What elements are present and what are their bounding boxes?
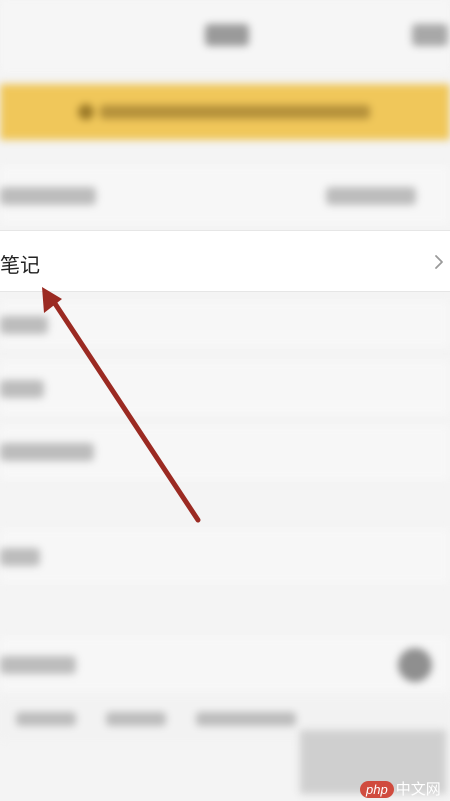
watermark-text: 中文网	[395, 781, 441, 798]
banner-text-blurred	[100, 105, 370, 119]
row-label-blurred	[0, 187, 96, 205]
settings-row-blurred-6[interactable]	[0, 636, 450, 692]
settings-row-blurred-5[interactable]	[0, 528, 450, 584]
settings-row-blurred-3[interactable]	[0, 360, 450, 416]
nav-action-blurred[interactable]	[412, 24, 448, 46]
site-watermark: php 中文网	[360, 778, 441, 799]
watermark-logo: php	[360, 781, 394, 798]
row-label-blurred	[0, 548, 40, 566]
settings-row-blurred-1[interactable]	[0, 165, 450, 225]
top-nav-bar	[0, 0, 450, 72]
banner-icon	[78, 104, 94, 120]
notice-banner[interactable]	[0, 84, 450, 140]
nav-title-blurred	[205, 24, 249, 46]
footer-blurred-2	[106, 712, 166, 726]
row-label-blurred	[0, 380, 44, 398]
row-value-blurred	[326, 187, 416, 205]
notes-row-label: 笔记	[0, 255, 40, 277]
settings-row-blurred-2[interactable]	[0, 300, 450, 348]
row-avatar-blurred	[398, 648, 432, 682]
notes-row[interactable]: 笔记	[0, 230, 450, 292]
row-label-blurred	[0, 316, 48, 334]
footer-blurred-3	[196, 712, 296, 726]
chevron-right-icon	[435, 255, 443, 269]
row-label-blurred	[0, 656, 76, 674]
footer-blurred-1	[16, 712, 76, 726]
row-label-blurred	[0, 443, 94, 461]
settings-row-blurred-4[interactable]	[0, 425, 450, 481]
